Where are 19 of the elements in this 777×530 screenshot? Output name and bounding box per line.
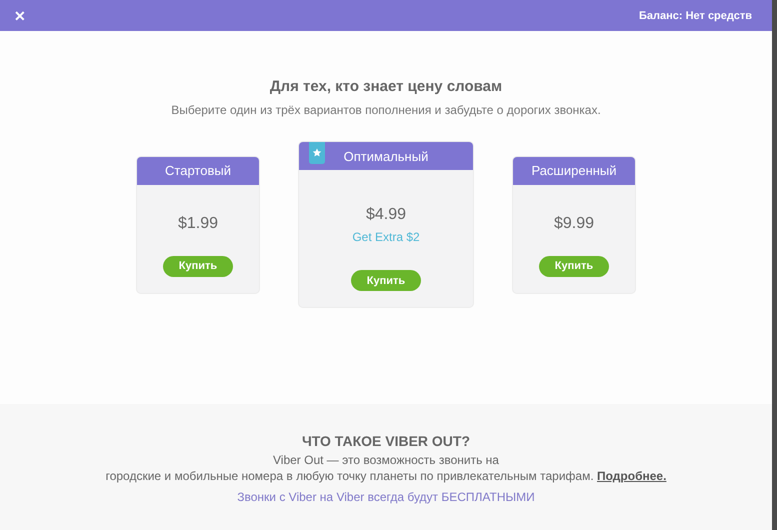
balance-label: Баланс: Нет средств (638, 10, 752, 22)
close-button[interactable]: ✕ (12, 8, 28, 24)
plan-name: Стартовый (165, 163, 231, 178)
plan-name: Оптимальный (344, 148, 428, 164)
info-text: городские и мобильные номера в любую точку планеты по привлекательным тарифам. (106, 469, 594, 483)
free-calls-note: Звонки с Viber на Viber всегда будут БЕСПЛАТНЫМИ (237, 490, 535, 504)
info-text: Viber Out — это возможность звонить на (273, 452, 499, 468)
bonus-label: Get Extra $2 (352, 230, 420, 244)
buy-button[interactable]: Купить (539, 256, 609, 276)
plan-price: $4.99 (366, 206, 406, 224)
buy-button[interactable]: Купить (351, 270, 421, 291)
plan-price: $9.99 (554, 214, 594, 232)
plan-price: $1.99 (178, 214, 218, 232)
more-link[interactable]: Подробнее. (597, 469, 666, 483)
plan-name: Расширенный (531, 163, 617, 178)
buy-button[interactable]: Купить (163, 256, 233, 276)
subtitle: Выберите один из трёх вариантов пополнения и забудьте о дорогих звонках. (171, 103, 601, 117)
headline: Для тех, кто знает цену словам (270, 78, 502, 95)
info-title: ЧТО ТАКОЕ VIBER OUT? (302, 433, 470, 449)
